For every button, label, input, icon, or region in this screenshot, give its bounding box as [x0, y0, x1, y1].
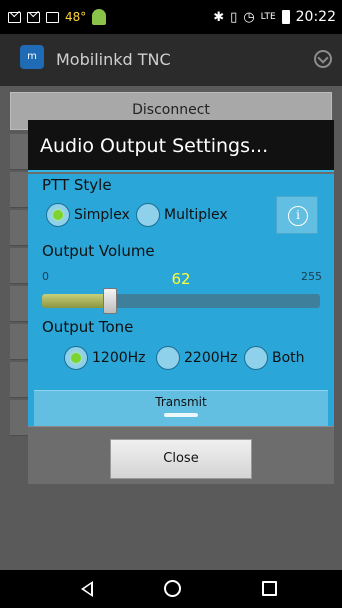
android-icon: [92, 9, 107, 25]
email-icon: [27, 11, 40, 23]
status-bar: 48° ✱ ▯ ◷ LTE 20:22: [0, 0, 342, 34]
temperature: 48°: [65, 10, 87, 24]
radio-2200hz[interactable]: 2200Hz: [156, 346, 238, 370]
radio-selected-icon: [64, 346, 88, 370]
transmit-label: Transmit: [155, 395, 207, 409]
ptt-style-label: PTT Style: [42, 176, 112, 194]
info-icon: i: [288, 206, 308, 226]
radio-label: Multiplex: [164, 207, 228, 223]
output-tone-label: Output Tone: [42, 318, 134, 336]
radio-multiplex[interactable]: Multiplex: [136, 203, 228, 227]
alarm-icon: ◷: [243, 9, 255, 25]
app-logo-icon: m: [20, 45, 44, 69]
radio-unselected-icon: [244, 346, 268, 370]
radio-unselected-icon: [156, 346, 180, 370]
clock: 20:22: [295, 9, 336, 25]
close-button[interactable]: Close: [110, 439, 252, 479]
battery-icon: [281, 10, 290, 24]
audio-output-dialog: Audio Output Settings... PTT Style Simpl…: [28, 120, 334, 484]
back-icon[interactable]: [81, 581, 93, 597]
radio-label: 1200Hz: [92, 350, 146, 366]
transmit-indicator: [164, 413, 198, 417]
bluetooth-icon: ✱: [213, 9, 225, 25]
dialog-footer: Close: [28, 426, 334, 484]
radio-simplex[interactable]: Simplex: [46, 203, 130, 227]
image-icon: [46, 11, 59, 23]
radio-selected-icon: [46, 203, 70, 227]
transmit-button[interactable]: Transmit: [34, 390, 328, 426]
overflow-menu-icon[interactable]: [314, 50, 332, 68]
recent-apps-icon[interactable]: [262, 581, 277, 596]
home-icon[interactable]: [164, 580, 181, 597]
radio-1200hz[interactable]: 1200Hz: [64, 346, 146, 370]
gmail-icon: [8, 11, 21, 23]
radio-unselected-icon: [136, 203, 160, 227]
volume-max: 255: [301, 270, 322, 283]
signal-icon: LTE: [260, 12, 276, 22]
radio-label: Simplex: [74, 207, 130, 223]
volume-slider-fill: [42, 294, 110, 308]
radio-label: 2200Hz: [184, 350, 238, 366]
vibrate-icon: ▯: [230, 9, 238, 25]
app-bar: m Mobilinkd TNC: [0, 34, 342, 86]
radio-both[interactable]: Both: [244, 346, 305, 370]
volume-slider[interactable]: [42, 288, 320, 314]
navigation-bar: [0, 570, 342, 608]
info-button[interactable]: i: [276, 196, 318, 234]
volume-value: 62: [171, 270, 191, 288]
app-title: Mobilinkd TNC: [56, 50, 171, 69]
dialog-title: Audio Output Settings...: [40, 135, 269, 157]
dialog-header: Audio Output Settings...: [28, 120, 334, 172]
radio-label: Both: [272, 350, 305, 366]
output-volume-label: Output Volume: [42, 242, 155, 260]
volume-slider-thumb[interactable]: [103, 288, 117, 314]
